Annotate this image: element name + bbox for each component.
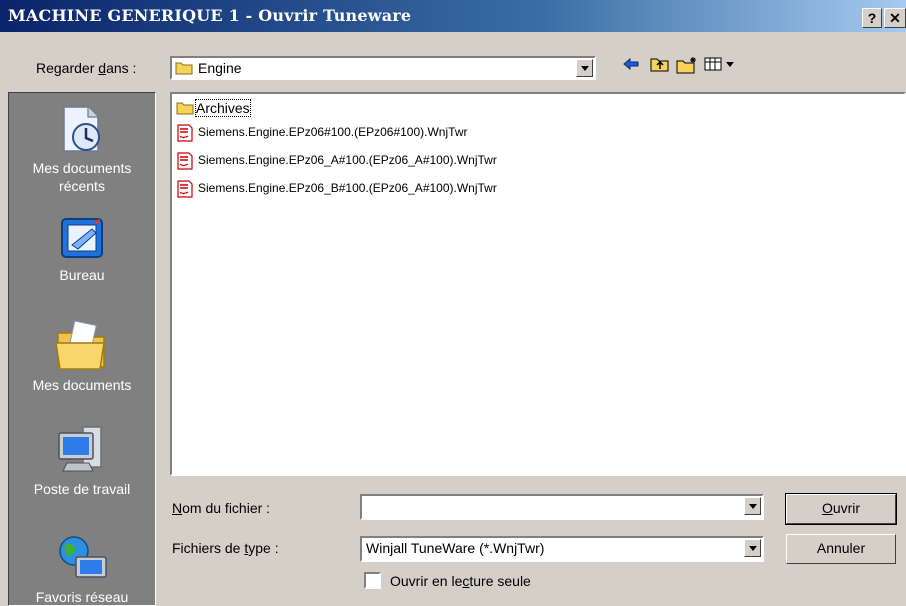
- folder-icon: [176, 102, 194, 115]
- my-computer-icon: [58, 426, 102, 472]
- my-documents-icon: [55, 320, 105, 370]
- places-bar: Mes documents récents Bureau Mes documen…: [8, 92, 156, 606]
- cancel-button[interactable]: Annuler: [786, 534, 896, 564]
- place-recent-documents[interactable]: Mes documents récents: [9, 103, 155, 195]
- view-menu-icon[interactable]: [704, 56, 738, 72]
- file-name: Siemens.Engine.EPz06#100.(EPz06#100).Wnj…: [198, 125, 468, 139]
- recent-documents-icon: [63, 106, 100, 152]
- place-label: Mes documents récents: [32, 160, 132, 194]
- readonly-label[interactable]: Ouvrir en lecture seule: [390, 573, 531, 589]
- filetype-label: Fichiers de type :: [172, 540, 279, 556]
- tuneware-file-icon: [177, 124, 193, 142]
- tuneware-file-icon: [177, 152, 193, 170]
- filename-dropdown-arrow[interactable]: [744, 497, 761, 515]
- title-bar: MACHINE GENERIQUE 1 - Ouvrir Tuneware ? …: [0, 0, 906, 32]
- filetype-dropdown-arrow[interactable]: [744, 539, 761, 557]
- place-my-computer[interactable]: Poste de travail: [9, 421, 155, 497]
- file-name: Siemens.Engine.EPz06_A#100.(EPz06_A#100)…: [198, 153, 497, 167]
- place-label: Favoris réseau: [35, 589, 129, 605]
- readonly-checkbox[interactable]: [364, 572, 381, 589]
- place-label: Bureau: [59, 267, 105, 283]
- folder-icon: [175, 62, 193, 75]
- filename-label: Nom du fichier :: [172, 500, 271, 516]
- back-arrow-icon[interactable]: [622, 56, 640, 72]
- new-folder-icon[interactable]: [676, 56, 698, 74]
- close-button[interactable]: ✕: [884, 8, 906, 28]
- open-button[interactable]: Ouvrir: [785, 493, 897, 525]
- place-network[interactable]: Favoris réseau: [9, 531, 155, 605]
- filetype-value: Winjall TuneWare (*.WnjTwr): [366, 540, 545, 556]
- filename-input[interactable]: [360, 494, 764, 520]
- desktop-icon: [61, 218, 103, 258]
- place-my-documents[interactable]: Mes documents: [9, 319, 155, 393]
- lookin-dropdown[interactable]: Engine: [170, 56, 596, 80]
- network-places-icon: [59, 536, 107, 578]
- tuneware-file-icon: [177, 180, 193, 198]
- lookin-dropdown-arrow[interactable]: [576, 59, 593, 77]
- file-name: Archives: [195, 99, 251, 117]
- file-list[interactable]: Archives Siemens.Engine.EPz06#100.(EPz06…: [170, 92, 906, 476]
- window-title: MACHINE GENERIQUE 1 - Ouvrir Tuneware: [8, 6, 412, 25]
- place-desktop[interactable]: Bureau: [9, 215, 155, 283]
- place-label: Poste de travail: [33, 481, 131, 497]
- file-name: Siemens.Engine.EPz06_B#100.(EPz06_A#100)…: [198, 181, 497, 195]
- up-folder-icon[interactable]: [650, 56, 670, 72]
- filetype-dropdown[interactable]: Winjall TuneWare (*.WnjTwr): [360, 536, 764, 562]
- lookin-label: Regarder dans :: [36, 60, 137, 76]
- place-label: Mes documents: [32, 377, 132, 393]
- help-button[interactable]: ?: [862, 8, 882, 28]
- lookin-value: Engine: [198, 60, 242, 76]
